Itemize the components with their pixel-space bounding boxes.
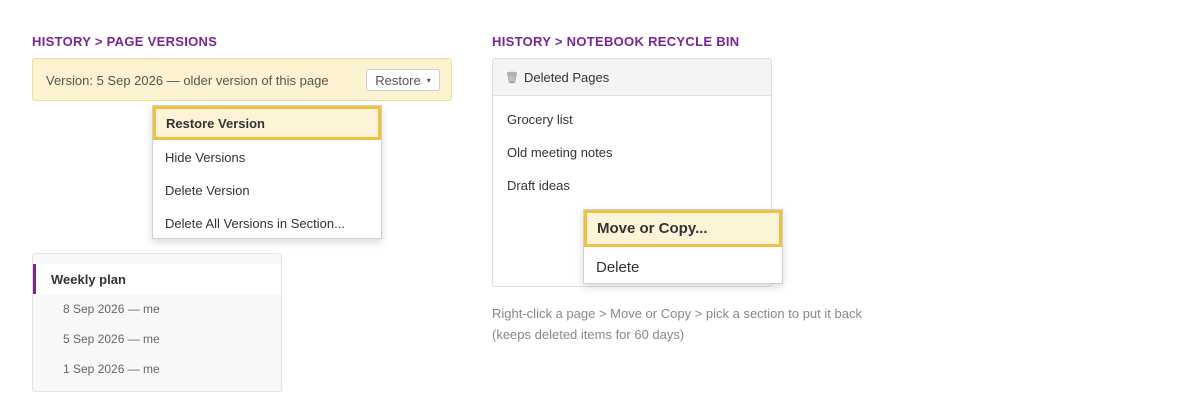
versions-list-title[interactable]: Weekly plan bbox=[33, 264, 281, 294]
version-row[interactable]: 1 Sep 2026 — me bbox=[63, 362, 160, 376]
menu-item-delete[interactable]: Delete bbox=[584, 252, 782, 282]
restore-button-label: Restore bbox=[375, 72, 421, 88]
versions-list: Weekly plan 8 Sep 2026 — me 5 Sep 2026 —… bbox=[32, 253, 282, 392]
restore-button[interactable]: Restore ▾ bbox=[366, 69, 440, 91]
trash-icon: 🗑 bbox=[505, 71, 519, 84]
instruction-note: Right-click a page > Move or Copy > pick… bbox=[492, 306, 862, 321]
deleted-page-item[interactable]: Old meeting notes bbox=[507, 145, 613, 160]
menu-item-move-or-copy[interactable]: Move or Copy... bbox=[584, 210, 782, 247]
menu-item-delete-all-versions[interactable]: Delete All Versions in Section... bbox=[153, 210, 381, 236]
instruction-note-secondary: (keeps deleted items for 60 days) bbox=[492, 327, 685, 342]
version-row[interactable]: 8 Sep 2026 — me bbox=[63, 302, 160, 316]
version-banner: Version: 5 Sep 2026 — older version of t… bbox=[32, 58, 452, 101]
page-versions-heading: HISTORY > PAGE VERSIONS bbox=[32, 34, 218, 49]
recycle-bin-heading: HISTORY > NOTEBOOK RECYCLE BIN bbox=[492, 34, 740, 49]
menu-item-restore-version[interactable]: Restore Version bbox=[153, 106, 381, 140]
menu-item-delete-version[interactable]: Delete Version bbox=[153, 177, 381, 203]
deleted-page-item[interactable]: Draft ideas bbox=[507, 178, 570, 193]
page-context-menu: Move or Copy... Delete bbox=[583, 209, 783, 284]
chevron-down-icon: ▾ bbox=[426, 75, 431, 85]
deleted-pages-header: 🗑 Deleted Pages bbox=[493, 59, 771, 96]
version-banner-text: Version: 5 Sep 2026 — older version of t… bbox=[46, 73, 329, 88]
menu-item-hide-versions[interactable]: Hide Versions bbox=[153, 144, 381, 170]
version-row[interactable]: 5 Sep 2026 — me bbox=[63, 332, 160, 346]
restore-context-menu: Restore Version Hide Versions Delete Ver… bbox=[152, 105, 382, 239]
deleted-page-item[interactable]: Grocery list bbox=[507, 112, 573, 127]
deleted-pages-title: Deleted Pages bbox=[523, 69, 610, 85]
